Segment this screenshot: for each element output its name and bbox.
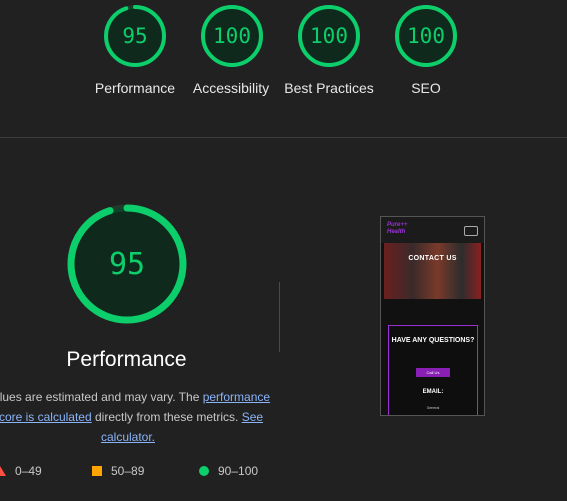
gauge-score: 100 — [213, 24, 251, 48]
note-text-2: directly from these metrics. — [91, 410, 242, 424]
gauge-score: 95 — [122, 24, 148, 48]
score-note: Values are estimated and may vary. The p… — [0, 387, 283, 447]
performance-score: 95 — [108, 246, 146, 282]
final-screenshot[interactable]: Pure++ Health CONTACT US HAVE ANY QUESTI… — [380, 216, 485, 416]
legend-label: 50–89 — [111, 464, 145, 478]
vertical-divider — [279, 282, 280, 352]
legend-average: 50–89 — [92, 464, 144, 478]
gauge-label-accessibility: Accessibility — [192, 80, 270, 96]
gauge-score: 100 — [310, 24, 348, 48]
gauge-label-best-practices: Best Practices — [284, 80, 374, 96]
gauge-best-practices[interactable]: 100 — [297, 4, 361, 68]
preview-logo: Pure++ Health — [387, 222, 407, 236]
gauge-accessibility[interactable]: 100 — [200, 4, 264, 68]
square-icon — [92, 466, 102, 476]
performance-gauge-large: 95 — [66, 203, 188, 325]
legend-label: 90–100 — [218, 464, 259, 478]
gauge-seo[interactable]: 100 — [394, 4, 458, 68]
performance-title: Performance — [66, 348, 187, 371]
preview-call-button: Call Us — [416, 368, 450, 377]
section-divider — [0, 137, 567, 138]
preview-contact-card: HAVE ANY QUESTIONS? Call Us EMAIL: Gener… — [388, 325, 478, 415]
preview-header: Pure++ Health — [381, 217, 484, 243]
preview-brand-line2: Health — [387, 229, 406, 235]
note-text-1: Values are estimated and may vary. The — [0, 390, 203, 404]
circle-icon — [199, 466, 209, 476]
preview-hero-image — [384, 243, 481, 299]
legend-pass: 90–100 — [199, 464, 258, 478]
preview-brand-line1: Pure++ — [387, 222, 408, 228]
preview-hero-title: CONTACT US — [408, 255, 457, 262]
preview-general-text: General — [426, 406, 440, 410]
gauge-score: 100 — [407, 24, 445, 48]
hamburger-menu-icon — [464, 226, 478, 236]
gauge-label-seo: SEO — [411, 80, 441, 96]
triangle-icon — [0, 466, 6, 476]
legend-fail: 0–49 — [0, 464, 42, 478]
gauge-performance[interactable]: 95 — [103, 4, 167, 68]
legend-label: 0–49 — [15, 464, 42, 478]
preview-question: HAVE ANY QUESTIONS? — [391, 337, 475, 344]
preview-email-heading: EMAIL: — [422, 389, 444, 395]
